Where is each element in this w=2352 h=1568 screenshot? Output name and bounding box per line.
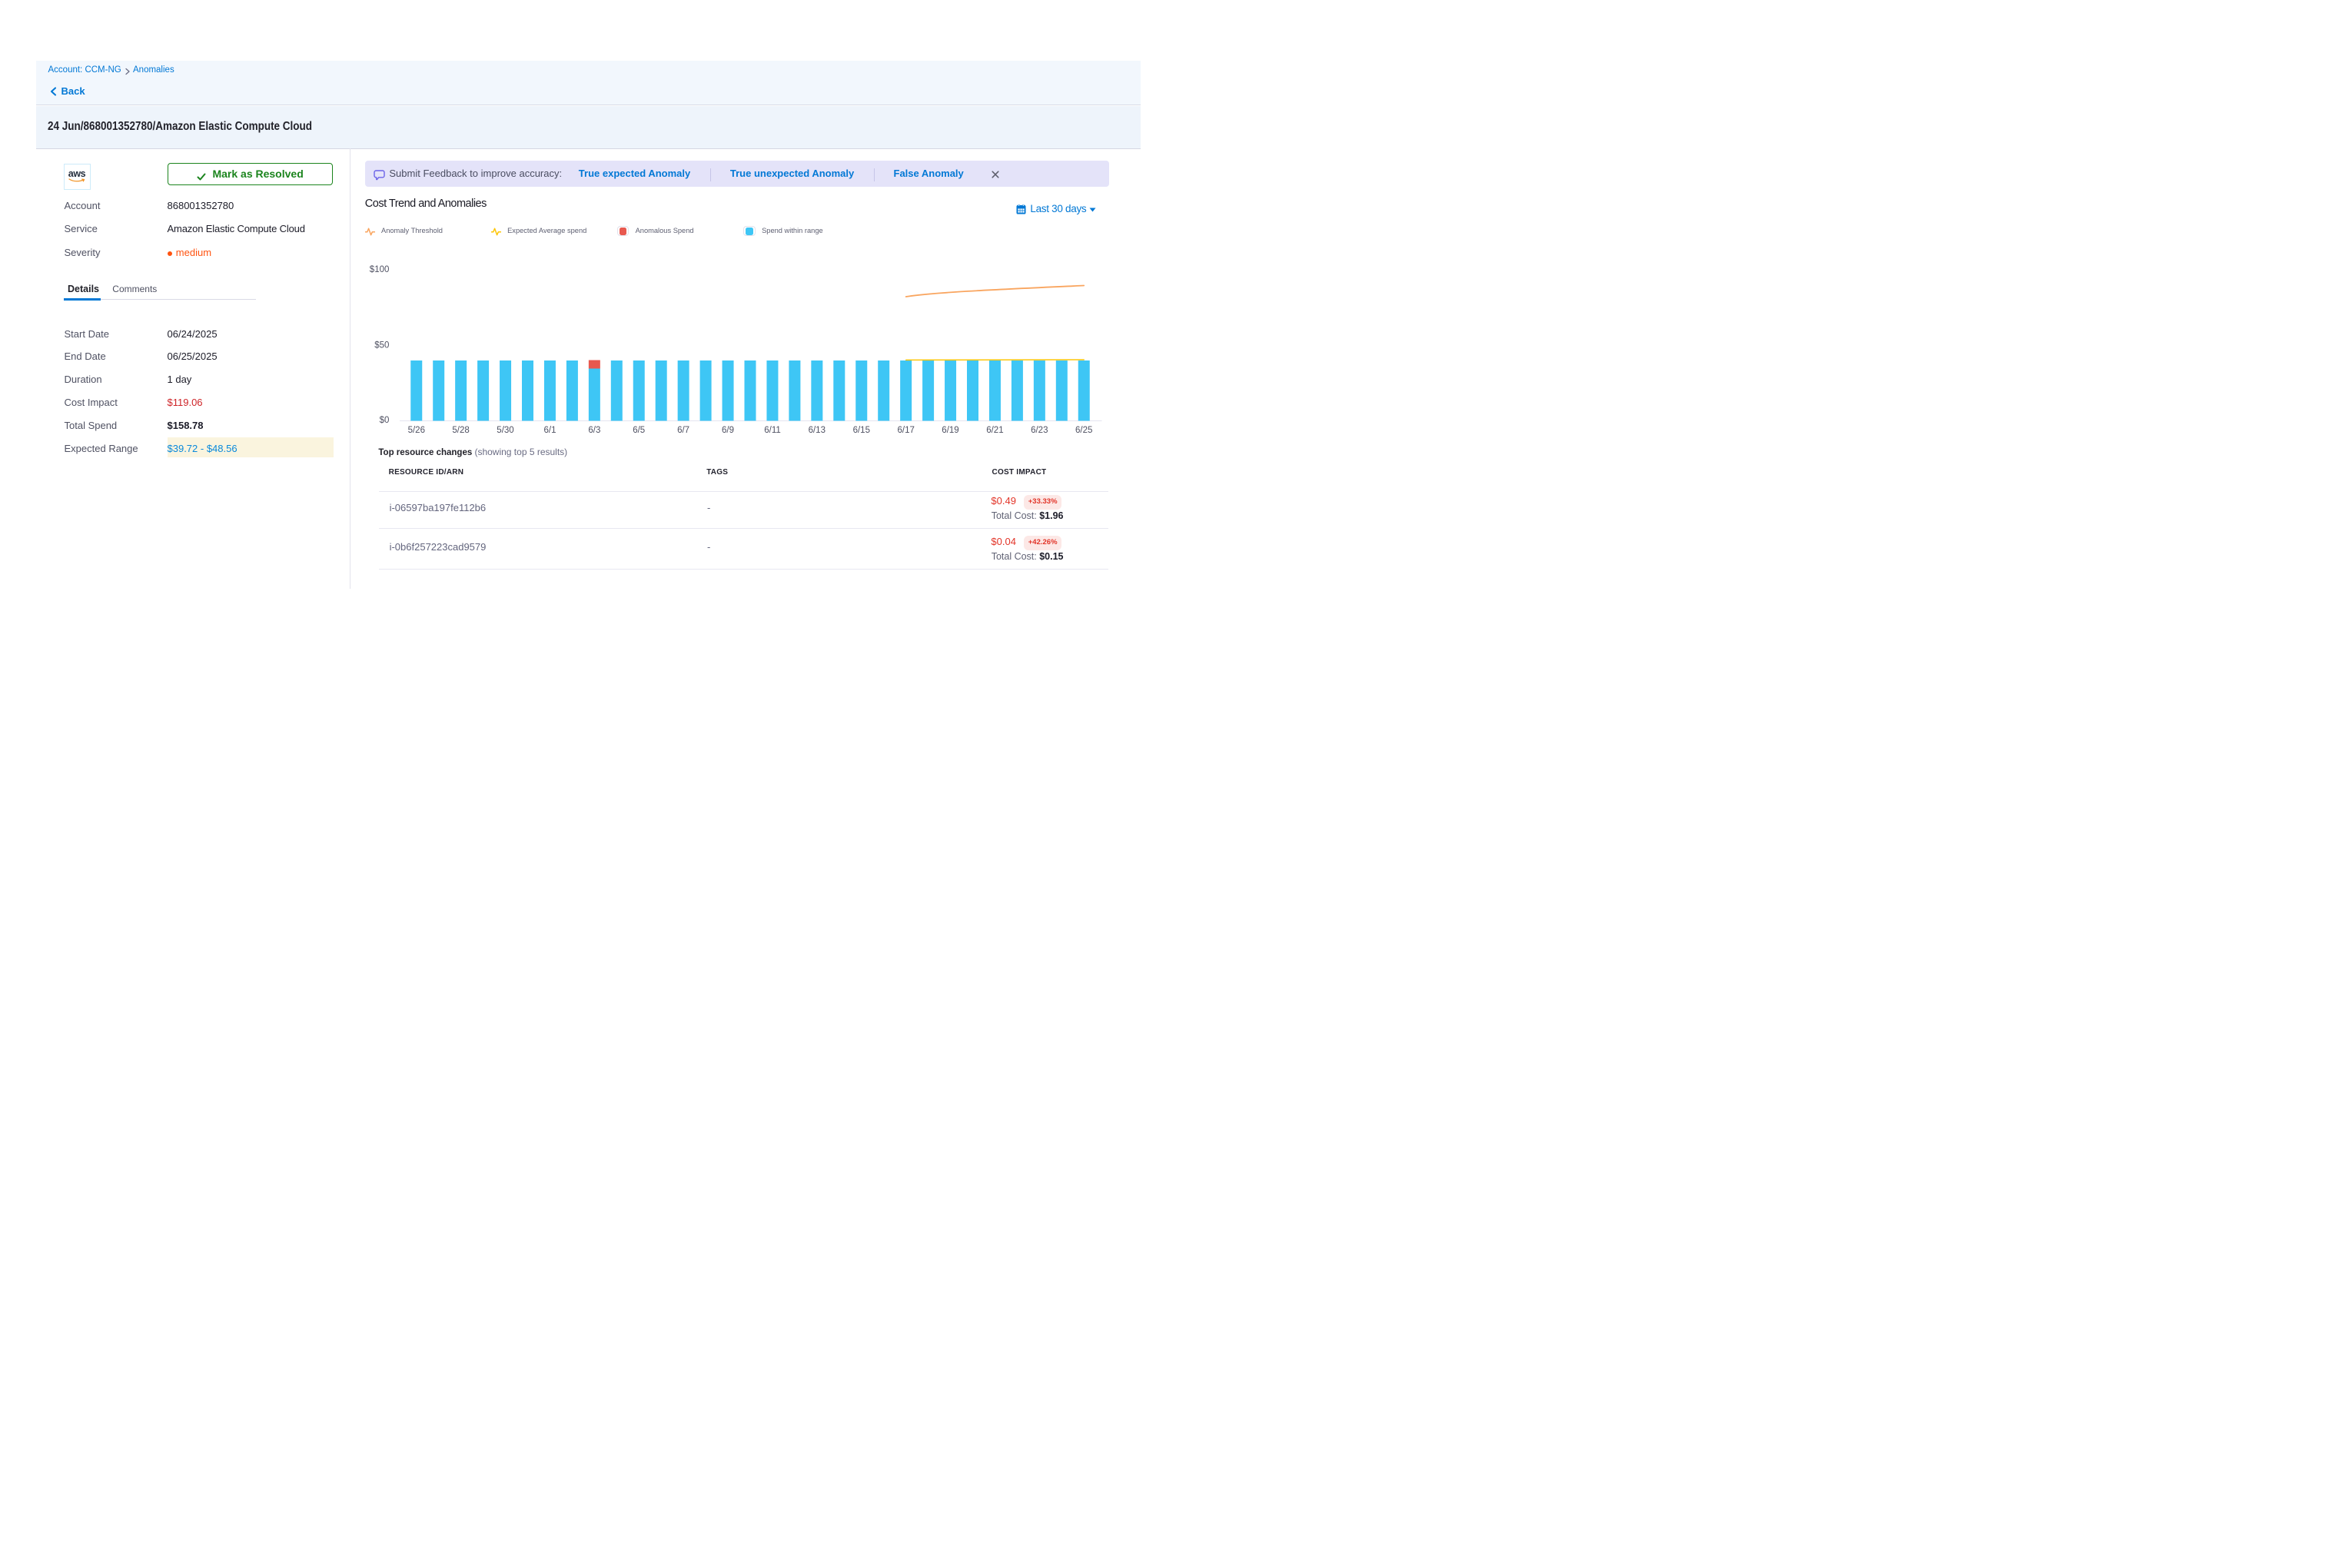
svg-text:5/30: 5/30 — [497, 426, 513, 435]
svg-text:6/7: 6/7 — [677, 426, 689, 435]
svg-text:5/28: 5/28 — [452, 426, 469, 435]
svg-text:$50: $50 — [374, 341, 389, 350]
svg-text:6/23: 6/23 — [1031, 426, 1048, 435]
svg-text:6/15: 6/15 — [852, 426, 869, 435]
svg-text:6/17: 6/17 — [897, 426, 914, 435]
svg-text:6/9: 6/9 — [722, 426, 734, 435]
svg-text:6/25: 6/25 — [1075, 426, 1092, 435]
svg-text:6/11: 6/11 — [764, 426, 781, 435]
svg-text:6/3: 6/3 — [588, 426, 600, 435]
svg-text:$100: $100 — [369, 265, 389, 274]
svg-text:6/13: 6/13 — [808, 426, 825, 435]
svg-text:$0: $0 — [379, 416, 389, 425]
svg-text:6/19: 6/19 — [942, 426, 958, 435]
svg-text:5/26: 5/26 — [407, 426, 424, 435]
svg-text:6/5: 6/5 — [633, 426, 645, 435]
svg-text:6/1: 6/1 — [543, 426, 556, 435]
svg-text:6/21: 6/21 — [986, 426, 1003, 435]
